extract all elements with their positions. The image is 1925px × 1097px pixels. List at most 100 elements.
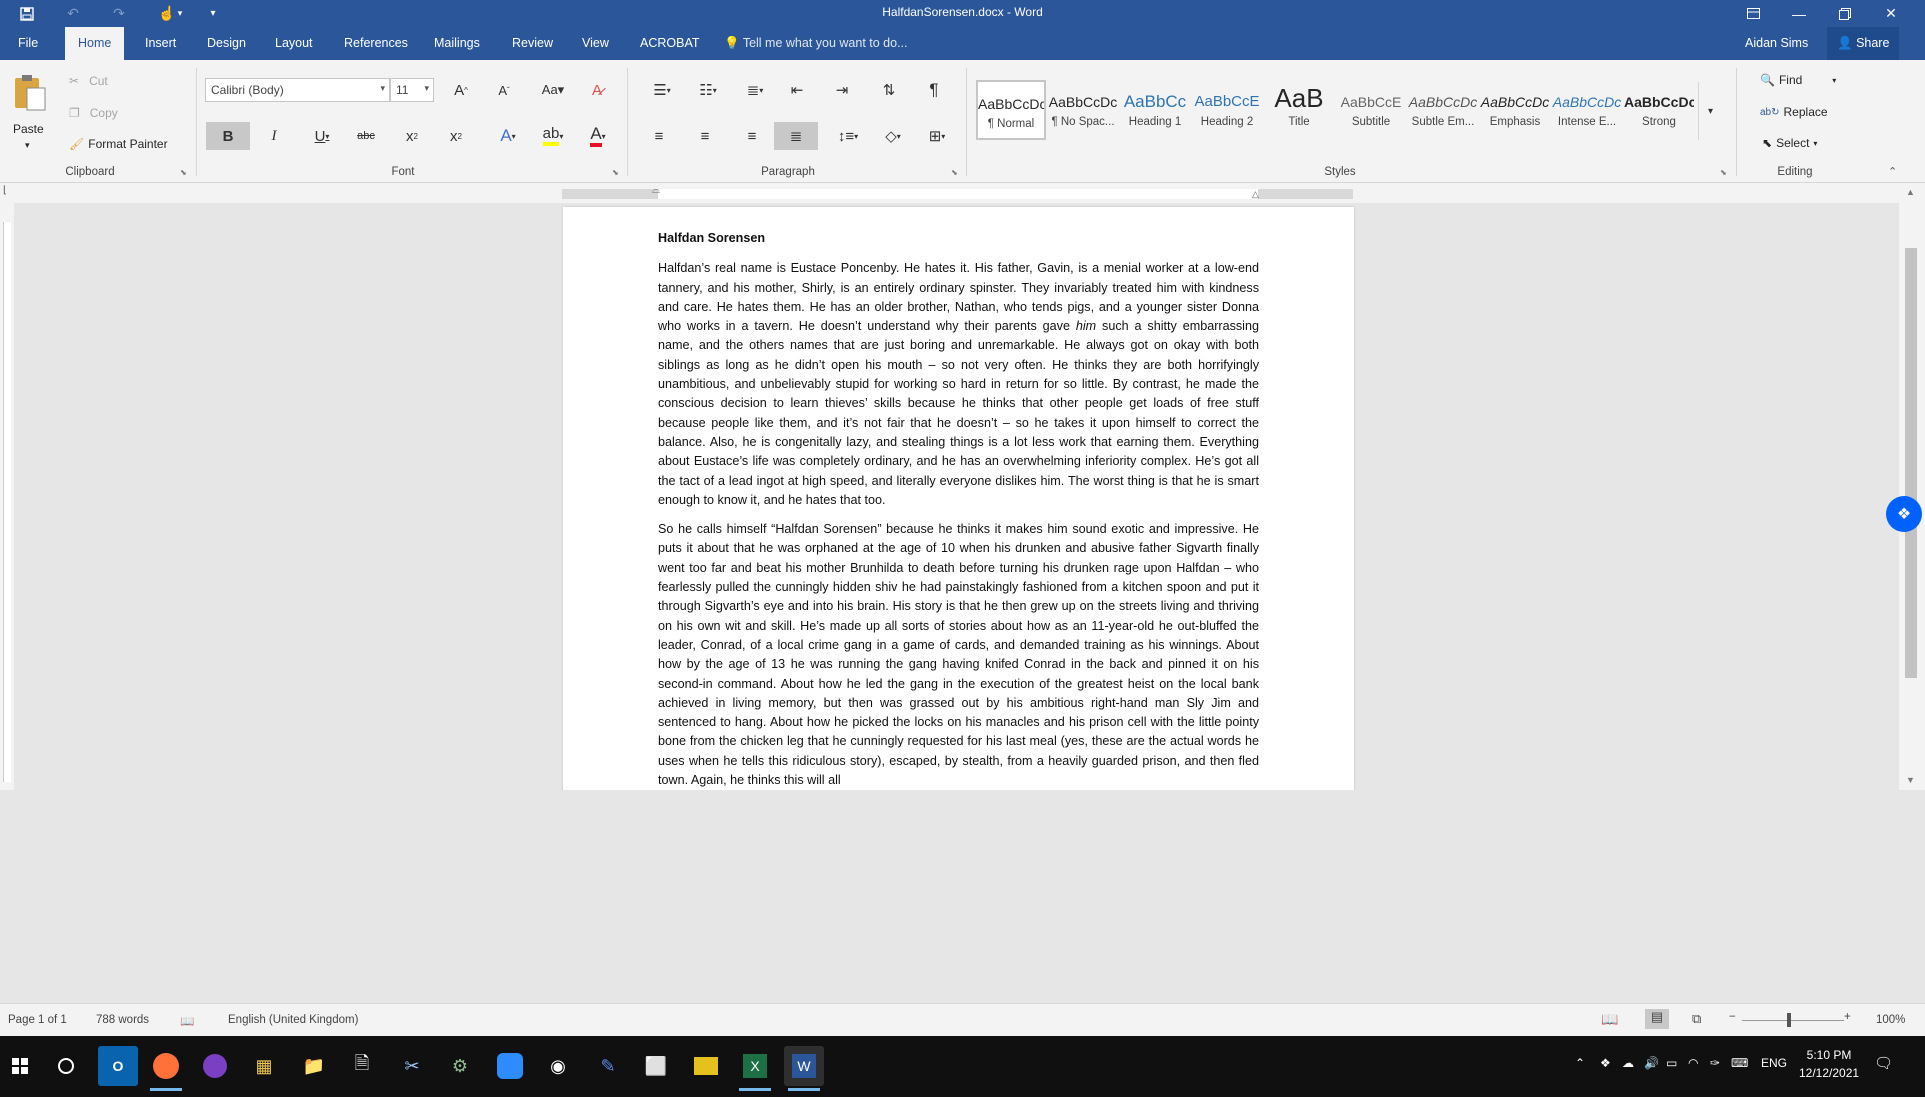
- collapse-ribbon-icon[interactable]: ⌃: [1888, 165, 1897, 178]
- tab-selector-icon[interactable]: ⌊: [3, 185, 7, 196]
- increase-indent-icon[interactable]: ⇥: [830, 78, 854, 102]
- ribbon-display-options-icon[interactable]: [1731, 0, 1775, 27]
- align-right-icon[interactable]: ≡: [740, 122, 764, 150]
- justify-icon[interactable]: ≣: [774, 122, 818, 150]
- tab-insert[interactable]: Insert: [133, 27, 188, 60]
- style-emphasis[interactable]: AaBbCcDc Emphasis: [1480, 80, 1550, 140]
- web-layout-icon[interactable]: ⧉: [1692, 1011, 1701, 1027]
- style-heading-2[interactable]: AaBbCcE Heading 2: [1192, 80, 1262, 140]
- proofing-icon[interactable]: 📖: [180, 1014, 194, 1028]
- bold-button[interactable]: B: [206, 122, 250, 150]
- dropbox-badge-icon[interactable]: ❖: [1886, 496, 1922, 532]
- style-strong[interactable]: AaBbCcDc Strong: [1624, 80, 1694, 140]
- zoom-slider[interactable]: [1742, 1020, 1844, 1021]
- styles-launcher-icon[interactable]: ⬊: [1720, 168, 1727, 177]
- bullets-icon[interactable]: ☰ ▾: [645, 78, 679, 102]
- tab-layout[interactable]: Layout: [263, 27, 325, 60]
- podcast-app-icon[interactable]: [195, 1046, 235, 1086]
- copy-button[interactable]: ❐ Copy: [69, 106, 118, 120]
- strikethrough-button[interactable]: abc: [352, 122, 380, 150]
- superscript-button[interactable]: x2: [444, 122, 468, 150]
- share-button[interactable]: 👤 Share: [1827, 27, 1900, 60]
- settings-app-icon[interactable]: ⚙: [440, 1046, 480, 1086]
- style-normal[interactable]: AaBbCcDc ¶ Normal: [976, 80, 1046, 140]
- show-hidden-icons-icon[interactable]: ⌃: [1575, 1056, 1585, 1070]
- font-color-icon[interactable]: A ▾: [580, 122, 616, 150]
- paste-icon[interactable]: [10, 70, 50, 114]
- font-family-select[interactable]: Calibri (Body) ▾: [205, 78, 390, 102]
- firefox-icon[interactable]: [146, 1046, 186, 1091]
- scroll-thumb[interactable]: [1905, 248, 1917, 678]
- tab-view[interactable]: View: [570, 27, 621, 60]
- tab-file[interactable]: File: [6, 27, 50, 60]
- battery-icon[interactable]: ▭: [1666, 1056, 1677, 1070]
- tab-mailings[interactable]: Mailings: [422, 27, 492, 60]
- dropbox-tray-icon[interactable]: ❖: [1600, 1056, 1611, 1070]
- numbering-icon[interactable]: ☷ ▾: [691, 78, 725, 102]
- outlook-icon[interactable]: O: [98, 1046, 138, 1086]
- paste-dropdown-icon[interactable]: ▾: [25, 140, 30, 151]
- grow-font-icon[interactable]: A ^: [449, 78, 473, 102]
- style-subtitle[interactable]: AaBbCcE Subtitle: [1336, 80, 1406, 140]
- windows-start-icon[interactable]: [0, 1046, 40, 1086]
- file-explorer-icon[interactable]: 📁: [294, 1046, 334, 1086]
- game-app-icon[interactable]: [686, 1046, 726, 1086]
- excel-icon[interactable]: X: [735, 1046, 775, 1091]
- style-heading-1[interactable]: AaBbCc Heading 1: [1120, 80, 1190, 140]
- zoom-out-icon[interactable]: −: [1729, 1011, 1736, 1023]
- tab-design[interactable]: Design: [195, 27, 258, 60]
- tab-review[interactable]: Review: [500, 27, 565, 60]
- horizontal-ruler[interactable]: ⌊ ⌓ △: [0, 183, 1925, 203]
- multilevel-list-icon[interactable]: ≣ ▾: [738, 78, 772, 102]
- word-count[interactable]: 788 words: [96, 1014, 149, 1026]
- align-center-icon[interactable]: ≡: [693, 122, 717, 150]
- scroll-down-icon[interactable]: ▼: [1906, 775, 1915, 785]
- wifi-icon[interactable]: ◠: [1688, 1056, 1698, 1070]
- zoom-slider-thumb[interactable]: [1787, 1013, 1791, 1027]
- right-indent-marker-icon[interactable]: △: [1252, 189, 1259, 200]
- text-effects-icon[interactable]: A ▾: [492, 122, 524, 150]
- shading-icon[interactable]: ◇ ▾: [876, 122, 910, 150]
- shrink-font-icon[interactable]: Aˇ: [492, 78, 516, 102]
- language[interactable]: English (United Kingdom): [228, 1014, 358, 1026]
- tab-references[interactable]: References: [332, 27, 420, 60]
- clock[interactable]: 5:10 PM 12/12/2021: [1799, 1046, 1859, 1082]
- highlight-color-icon[interactable]: ab ▾: [533, 122, 573, 150]
- style-subtle-emphasis[interactable]: AaBbCcDc Subtle Em...: [1408, 80, 1478, 140]
- pilcrow-icon[interactable]: ¶: [922, 78, 946, 102]
- paste-button[interactable]: Paste: [13, 122, 44, 136]
- page-count[interactable]: Page 1 of 1: [8, 1014, 67, 1026]
- style-no-spacing[interactable]: AaBbCcDc ¶ No Spac...: [1048, 80, 1118, 140]
- pen-app-icon[interactable]: ✎: [588, 1046, 628, 1086]
- print-layout-icon[interactable]: ▤: [1645, 1009, 1669, 1029]
- decrease-indent-icon[interactable]: ⇤: [785, 78, 809, 102]
- input-language[interactable]: ENG: [1761, 1056, 1787, 1070]
- calculator-app-icon[interactable]: 🗎: [342, 1046, 382, 1086]
- tab-acrobat[interactable]: ACROBAT: [628, 27, 712, 60]
- zoom-app-icon[interactable]: [490, 1046, 530, 1086]
- volume-icon[interactable]: 🔊: [1644, 1056, 1659, 1070]
- read-mode-icon[interactable]: 📖: [1601, 1011, 1618, 1028]
- zoom-level[interactable]: 100%: [1876, 1014, 1905, 1026]
- font-launcher-icon[interactable]: ⬊: [612, 168, 619, 177]
- acrobat-icon[interactable]: ⬜: [636, 1046, 676, 1086]
- pen-tray-icon[interactable]: ✑: [1710, 1056, 1720, 1070]
- restore-icon[interactable]: [1823, 0, 1867, 27]
- styles-more-icon[interactable]: ▾: [1698, 82, 1722, 140]
- replace-button[interactable]: ab↻ Replace: [1760, 105, 1828, 119]
- italic-button[interactable]: I: [262, 122, 286, 150]
- document-body[interactable]: Halfdan Sorensen Halfdan’s real name is …: [658, 229, 1259, 790]
- zoom-in-icon[interactable]: +: [1844, 1011, 1851, 1023]
- line-spacing-icon[interactable]: ↕≡ ▾: [831, 122, 865, 150]
- snipping-tool-icon[interactable]: ✂: [392, 1046, 432, 1086]
- cloud-icon[interactable]: ☁: [1622, 1056, 1634, 1070]
- cut-button[interactable]: ✂ Cut: [69, 74, 108, 88]
- style-intense-emphasis[interactable]: AaBbCcDc Intense E...: [1552, 80, 1622, 140]
- paragraph-launcher-icon[interactable]: ⬊: [951, 168, 958, 177]
- steam-icon[interactable]: ◉: [538, 1046, 578, 1086]
- user-name[interactable]: Aidan Sims: [1745, 27, 1808, 60]
- notifications-icon[interactable]: 🗨: [1874, 1054, 1893, 1072]
- vertical-scrollbar[interactable]: ▲ ▼: [1899, 183, 1925, 790]
- clear-formatting-icon[interactable]: A̷: [584, 78, 610, 102]
- borders-icon[interactable]: ⊞ ▾: [920, 122, 954, 150]
